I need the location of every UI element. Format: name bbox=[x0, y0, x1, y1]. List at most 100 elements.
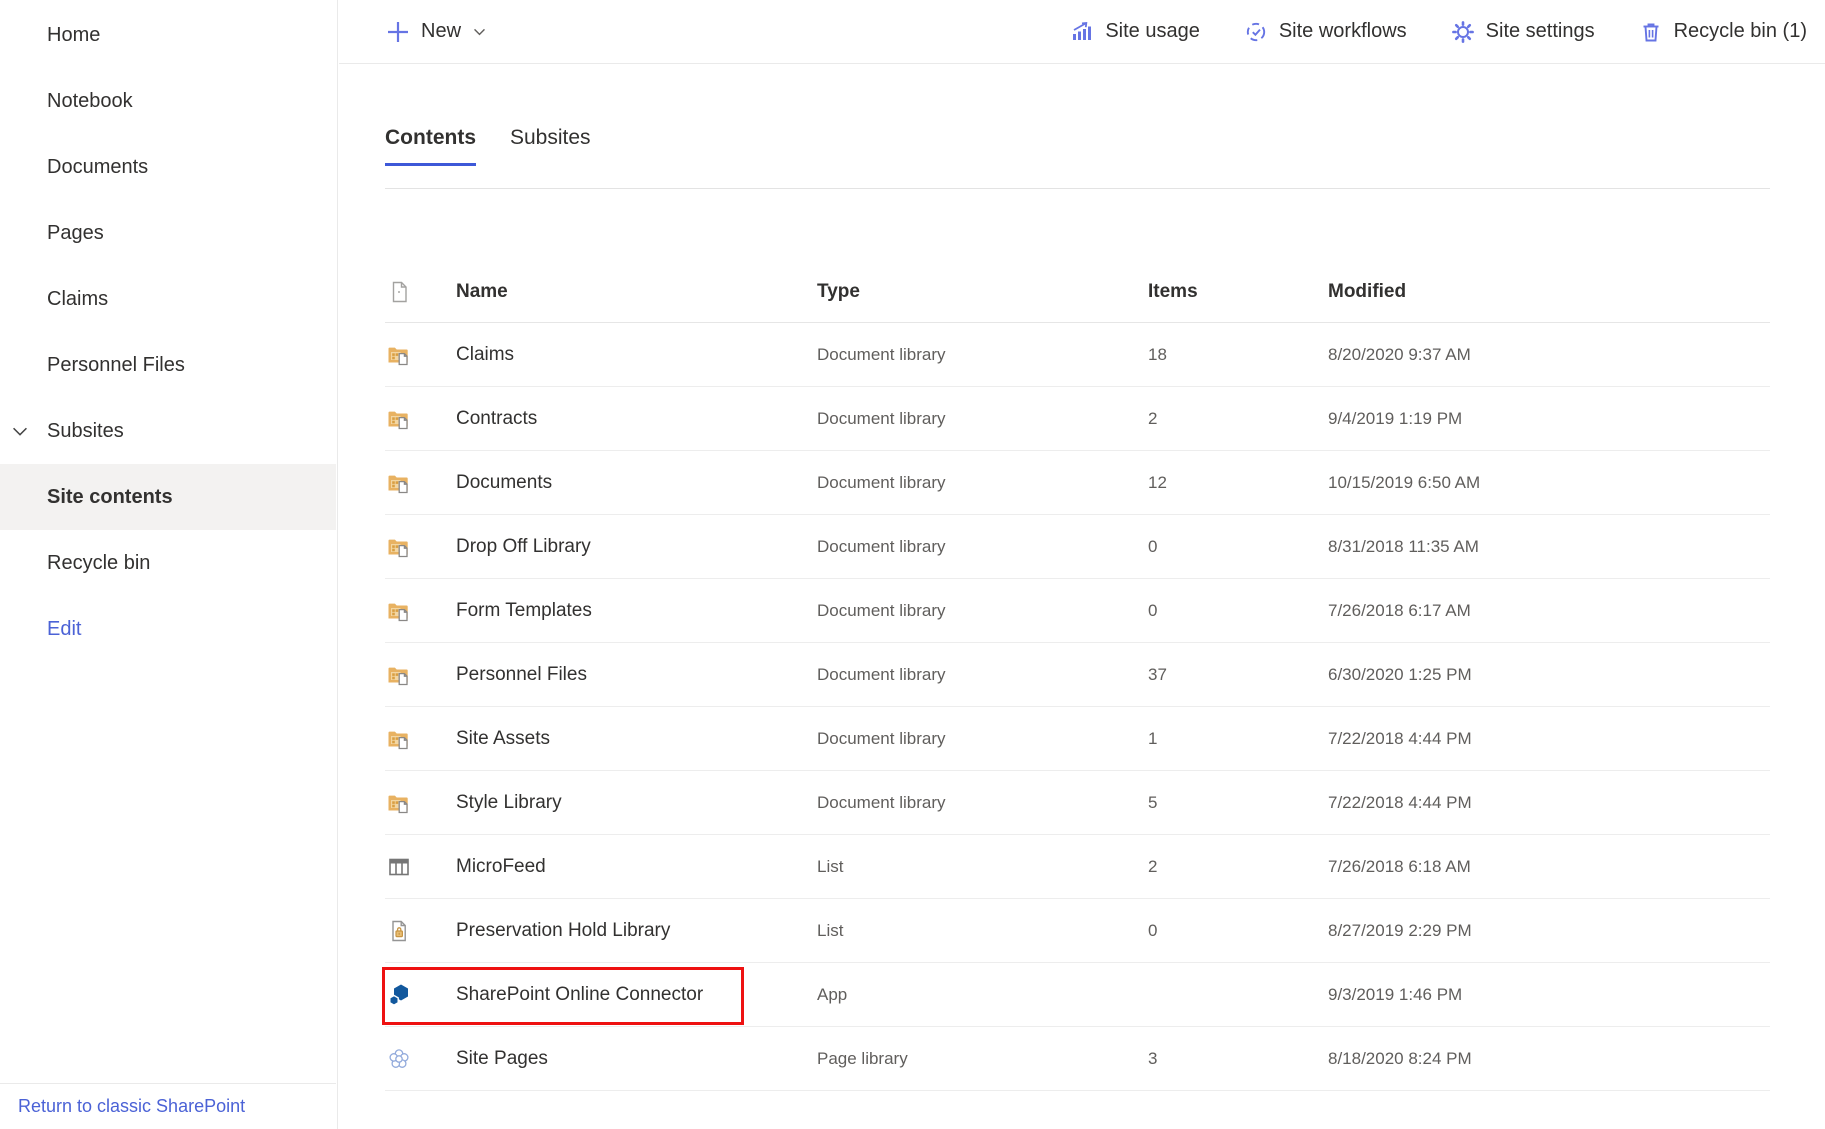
item-count: 3 bbox=[1148, 1049, 1328, 1069]
sidebar-nav: Home Notebook Documents Pages Claims Per… bbox=[0, 2, 336, 662]
sidebar-item-subsites[interactable]: Subsites bbox=[0, 398, 336, 464]
table-row[interactable]: Contracts Document library 2 9/4/2019 1:… bbox=[385, 387, 1770, 451]
plus-icon bbox=[385, 19, 411, 45]
command-bar: New Site usage Site workflows Site setti… bbox=[339, 0, 1825, 64]
item-modified: 6/30/2020 1:25 PM bbox=[1328, 665, 1770, 685]
item-type: Document library bbox=[817, 729, 1148, 749]
item-count: 18 bbox=[1148, 345, 1328, 365]
sidebar-item-site-contents[interactable]: Site contents bbox=[0, 464, 336, 530]
table-row[interactable]: Claims Document library 18 8/20/2020 9:3… bbox=[385, 323, 1770, 387]
item-name[interactable]: Contracts bbox=[456, 408, 817, 430]
trash-icon bbox=[1639, 20, 1663, 44]
document-library-icon bbox=[387, 343, 411, 367]
command-bar-right: Site usage Site workflows Site settings … bbox=[1070, 20, 1807, 44]
item-count: 12 bbox=[1148, 473, 1328, 493]
locked-document-icon bbox=[387, 919, 411, 943]
item-name[interactable]: SharePoint Online Connector bbox=[456, 984, 817, 1006]
table-row[interactable]: MicroFeed List 2 7/26/2018 6:18 AM bbox=[385, 835, 1770, 899]
file-type-column-icon-wrap bbox=[385, 280, 456, 304]
sidebar-item-notebook[interactable]: Notebook bbox=[0, 68, 336, 134]
gear-icon bbox=[1451, 20, 1475, 44]
chevron-down-icon[interactable] bbox=[9, 420, 31, 442]
page-icon bbox=[387, 280, 411, 304]
item-type: List bbox=[817, 857, 1148, 877]
sidebar-item-label: Site contents bbox=[47, 486, 173, 509]
item-type: Document library bbox=[817, 409, 1148, 429]
item-name[interactable]: Site Pages bbox=[456, 1048, 817, 1070]
item-name[interactable]: Drop Off Library bbox=[456, 536, 817, 558]
item-count: 2 bbox=[1148, 857, 1328, 877]
tab-contents[interactable]: Contents bbox=[385, 126, 476, 166]
list-icon bbox=[387, 855, 411, 879]
item-modified: 7/22/2018 4:44 PM bbox=[1328, 793, 1770, 813]
table-row[interactable]: Documents Document library 12 10/15/2019… bbox=[385, 451, 1770, 515]
item-name[interactable]: Claims bbox=[456, 344, 817, 366]
sidebar-item-edit[interactable]: Edit bbox=[0, 596, 336, 662]
site-workflows-button[interactable]: Site workflows bbox=[1244, 20, 1407, 44]
item-modified: 9/3/2019 1:46 PM bbox=[1328, 985, 1770, 1005]
item-modified: 8/18/2020 8:24 PM bbox=[1328, 1049, 1770, 1069]
item-modified: 7/26/2018 6:18 AM bbox=[1328, 857, 1770, 877]
return-to-classic-link[interactable]: Return to classic SharePoint bbox=[18, 1096, 245, 1117]
table-row[interactable]: Site Assets Document library 1 7/22/2018… bbox=[385, 707, 1770, 771]
pivot-tabs: Contents Subsites bbox=[385, 126, 591, 166]
chevron-down-icon bbox=[471, 23, 488, 40]
column-header-type[interactable]: Type bbox=[817, 281, 1148, 303]
main-content: New Site usage Site workflows Site setti… bbox=[339, 0, 1825, 1129]
document-library-icon bbox=[387, 407, 411, 431]
item-type: Page library bbox=[817, 1049, 1148, 1069]
new-button-label: New bbox=[421, 20, 461, 43]
item-type: Document library bbox=[817, 473, 1148, 493]
document-library-icon bbox=[387, 663, 411, 687]
item-modified: 9/4/2019 1:19 PM bbox=[1328, 409, 1770, 429]
item-modified: 8/20/2020 9:37 AM bbox=[1328, 345, 1770, 365]
item-modified: 8/27/2019 2:29 PM bbox=[1328, 921, 1770, 941]
sidebar-footer: Return to classic SharePoint bbox=[0, 1083, 336, 1129]
item-modified: 7/22/2018 4:44 PM bbox=[1328, 729, 1770, 749]
item-count: 2 bbox=[1148, 409, 1328, 429]
sidebar-item-personnel-files[interactable]: Personnel Files bbox=[0, 332, 336, 398]
item-name[interactable]: Form Templates bbox=[456, 600, 817, 622]
table-row[interactable]: Form Templates Document library 0 7/26/2… bbox=[385, 579, 1770, 643]
column-header-modified[interactable]: Modified bbox=[1328, 281, 1770, 303]
document-library-icon bbox=[387, 599, 411, 623]
table-row[interactable]: Preservation Hold Library List 0 8/27/20… bbox=[385, 899, 1770, 963]
document-library-icon bbox=[387, 471, 411, 495]
sidebar: Home Notebook Documents Pages Claims Per… bbox=[0, 0, 338, 1129]
item-count: 37 bbox=[1148, 665, 1328, 685]
item-name[interactable]: Site Assets bbox=[456, 728, 817, 750]
table-row[interactable]: Site Pages Page library 3 8/18/2020 8:24… bbox=[385, 1027, 1770, 1091]
site-settings-label: Site settings bbox=[1486, 20, 1595, 43]
item-name[interactable]: Style Library bbox=[456, 792, 817, 814]
item-name[interactable]: Personnel Files bbox=[456, 664, 817, 686]
table-row[interactable]: Personnel Files Document library 37 6/30… bbox=[385, 643, 1770, 707]
item-name[interactable]: Preservation Hold Library bbox=[456, 920, 817, 942]
tab-subsites[interactable]: Subsites bbox=[510, 126, 591, 166]
recycle-bin-button[interactable]: Recycle bin (1) bbox=[1639, 20, 1807, 44]
site-pages-icon bbox=[387, 1047, 411, 1071]
item-name[interactable]: MicroFeed bbox=[456, 856, 817, 878]
item-modified: 10/15/2019 6:50 AM bbox=[1328, 473, 1770, 493]
sidebar-item-claims[interactable]: Claims bbox=[0, 266, 336, 332]
column-header-items[interactable]: Items bbox=[1148, 281, 1328, 303]
site-settings-button[interactable]: Site settings bbox=[1451, 20, 1595, 44]
site-workflows-label: Site workflows bbox=[1279, 20, 1407, 43]
sidebar-item-home[interactable]: Home bbox=[0, 2, 336, 68]
tabs-divider bbox=[385, 188, 1770, 189]
item-count: 0 bbox=[1148, 921, 1328, 941]
column-header-name[interactable]: Name bbox=[456, 281, 817, 303]
site-usage-button[interactable]: Site usage bbox=[1070, 20, 1200, 44]
table-row-highlighted[interactable]: SharePoint Online Connector App 9/3/2019… bbox=[385, 963, 1770, 1027]
new-button[interactable]: New bbox=[385, 19, 488, 45]
table-row[interactable]: Style Library Document library 5 7/22/20… bbox=[385, 771, 1770, 835]
sidebar-item-documents[interactable]: Documents bbox=[0, 134, 336, 200]
document-library-icon bbox=[387, 791, 411, 815]
sync-icon bbox=[1244, 20, 1268, 44]
item-name[interactable]: Documents bbox=[456, 472, 817, 494]
sidebar-item-recycle-bin[interactable]: Recycle bin bbox=[0, 530, 336, 596]
sidebar-item-pages[interactable]: Pages bbox=[0, 200, 336, 266]
item-type: List bbox=[817, 921, 1148, 941]
sidebar-item-label: Subsites bbox=[47, 420, 124, 443]
table-row[interactable]: Drop Off Library Document library 0 8/31… bbox=[385, 515, 1770, 579]
recycle-bin-label: Recycle bin (1) bbox=[1674, 20, 1807, 43]
